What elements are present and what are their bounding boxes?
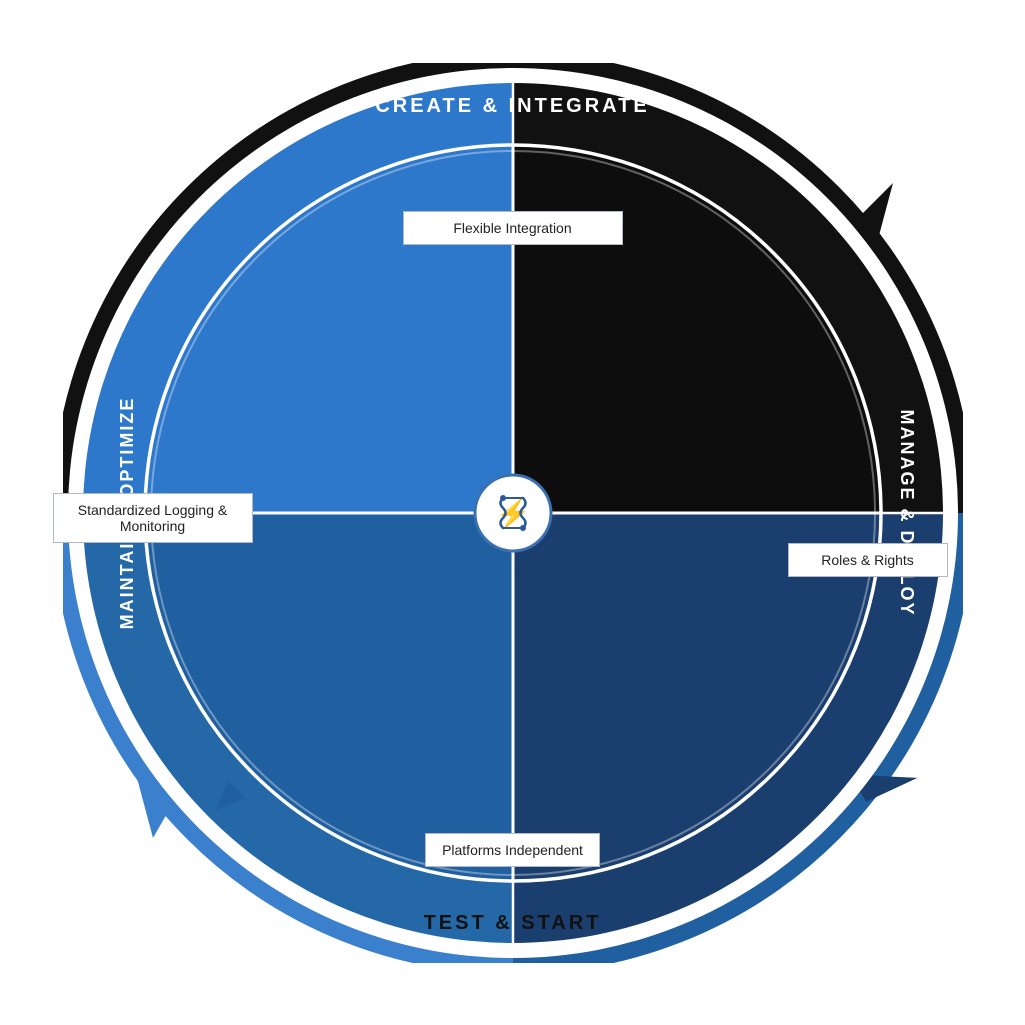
diagram-container: ⚡ CREATE & INTEGRATE TEST & START MANAGE…: [63, 63, 963, 963]
label-create-integrate: CREATE & INTEGRATE: [375, 95, 649, 118]
feature-box-roles-rights: Roles & Rights: [788, 543, 948, 577]
label-test-start: TEST & START: [424, 912, 602, 935]
feature-text-logging: Standardized Logging & Monitoring: [78, 502, 227, 534]
feature-text-roles: Roles & Rights: [821, 552, 914, 568]
feature-box-flexible-integration: Flexible Integration: [403, 211, 623, 245]
feature-text-integration: Flexible Integration: [453, 220, 571, 236]
feature-box-std-logging: Standardized Logging & Monitoring: [53, 493, 253, 543]
feature-text-platforms: Platforms Independent: [442, 842, 583, 858]
label-manage-deploy: MANAGE & DEPLOY: [896, 409, 917, 616]
feature-box-platforms-independent: Platforms Independent: [425, 833, 600, 867]
